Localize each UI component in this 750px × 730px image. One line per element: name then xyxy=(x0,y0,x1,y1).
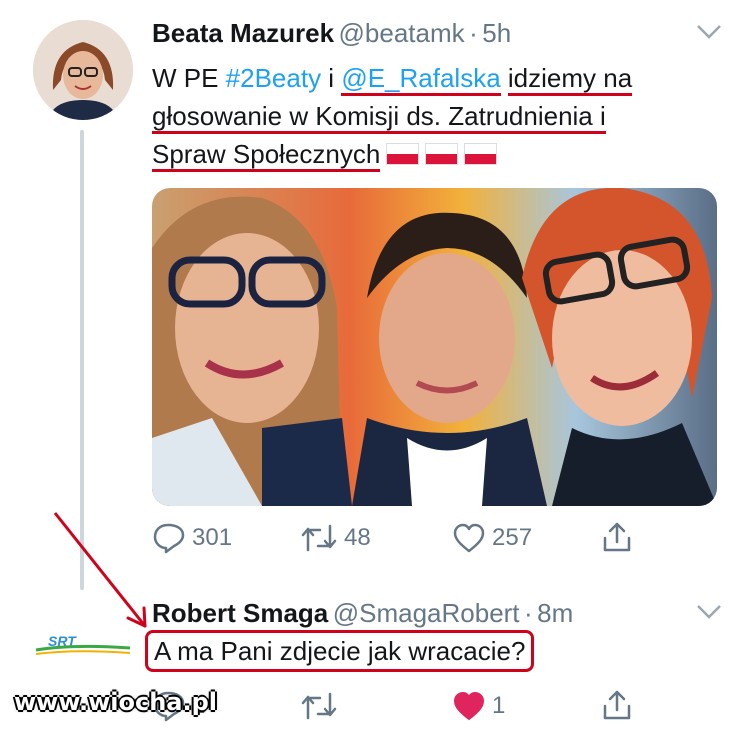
watermark: www.wiocha.pl xyxy=(14,688,218,716)
text-segment: i xyxy=(321,63,342,93)
retweet-button[interactable] xyxy=(300,690,344,722)
like-button[interactable]: 1 xyxy=(452,690,505,722)
timestamp[interactable]: 5h xyxy=(482,18,511,48)
annotation-arrow xyxy=(53,512,147,628)
reply-icon xyxy=(153,523,185,554)
share-button[interactable] xyxy=(600,520,640,554)
poland-flag-icon xyxy=(425,143,459,165)
hashtag-link[interactable]: #2Beaty xyxy=(226,63,321,93)
tweet-text: W PE #2Beaty i @E_Rafalska idziemy na gł… xyxy=(152,59,712,173)
retweet-button[interactable]: 48 xyxy=(300,522,371,554)
reply-count: 301 xyxy=(192,524,233,551)
retweet-icon xyxy=(301,692,337,720)
poland-flag-icon xyxy=(464,143,498,165)
author-name[interactable]: Beata Mazurek xyxy=(152,18,334,48)
timestamp[interactable]: 8m xyxy=(537,598,573,628)
heart-icon xyxy=(453,523,485,553)
like-count: 257 xyxy=(492,524,533,551)
tweet-photo[interactable] xyxy=(152,188,717,506)
retweet-count: 48 xyxy=(344,524,371,551)
author-name[interactable]: Robert Smaga xyxy=(152,598,328,628)
separator-dot: · xyxy=(469,18,478,48)
reply-text: A ma Pani zdjecie jak wracacie? xyxy=(154,636,526,666)
author-handle[interactable]: @beatamk xyxy=(339,18,465,48)
like-count: 1 xyxy=(492,692,506,719)
text-segment-underlined: idziemy na xyxy=(507,63,633,96)
tweet-text: A ma Pani zdjecie jak wracacie? xyxy=(145,630,535,672)
text-segment-underlined: Spraw Społecznych xyxy=(152,139,381,172)
share-button[interactable] xyxy=(600,688,640,722)
chevron-down-icon[interactable] xyxy=(696,604,722,625)
mention-link[interactable]: @E_Rafalska xyxy=(341,63,501,96)
separator-dot: · xyxy=(523,598,533,628)
avatar[interactable]: SRT xyxy=(34,632,134,658)
text-segment-underlined: głosowanie w Komisji ds. Zatrudnienia i xyxy=(152,101,606,134)
share-icon xyxy=(603,690,631,720)
author-handle[interactable]: @SmagaRobert xyxy=(333,598,520,628)
like-button[interactable]: 257 xyxy=(452,522,532,554)
tweet-header: Beata Mazurek @beatamk · 5h xyxy=(152,18,511,49)
heart-icon xyxy=(454,692,484,720)
tweet-header: Robert Smaga @SmagaRobert · 8m xyxy=(152,598,573,629)
avatar[interactable] xyxy=(33,20,133,120)
text-segment: W PE xyxy=(152,63,226,93)
share-icon xyxy=(603,522,631,552)
poland-flag-icon xyxy=(386,143,420,165)
chevron-down-icon[interactable] xyxy=(696,24,722,45)
retweet-icon xyxy=(301,524,337,552)
reply-button[interactable]: 301 xyxy=(152,522,232,554)
